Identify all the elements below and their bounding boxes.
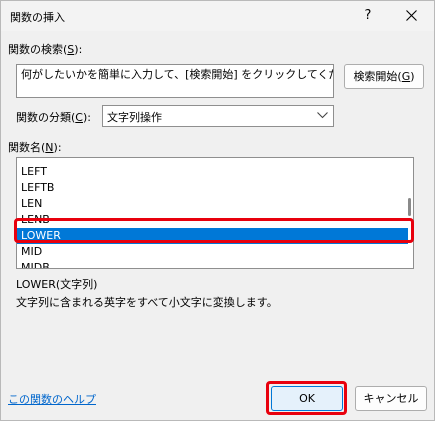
function-list-items: LEFT LEFTB LEN LENB LOWER MID MIDB xyxy=(17,164,408,268)
list-item[interactable]: MID xyxy=(17,244,408,260)
cancel-button[interactable]: キャンセル xyxy=(355,386,427,411)
lower-highlight-frame xyxy=(14,218,414,243)
ok-highlight-frame xyxy=(266,381,347,415)
list-item[interactable]: MIDB xyxy=(17,260,408,268)
category-selected-value: 文字列操作 xyxy=(107,111,162,124)
function-listbox[interactable]: LEFT LEFTB LEN LENB LOWER MID MIDB xyxy=(16,157,414,269)
function-signature: LOWER(文字列) xyxy=(16,278,98,291)
scrollbar-thumb[interactable] xyxy=(408,198,411,216)
list-item[interactable]: LEN xyxy=(17,196,408,212)
close-button[interactable] xyxy=(400,6,424,26)
search-input-text: 何がしたいかを簡単に入力して、[検索開始] をクリックしてください。 xyxy=(21,68,333,81)
dialog-title: 関数の挿入 xyxy=(10,11,65,24)
list-item[interactable]: LEFT xyxy=(17,164,408,180)
function-name-label: 関数名(N): xyxy=(8,141,62,154)
close-icon xyxy=(406,10,417,21)
category-select[interactable]: 文字列操作 xyxy=(102,105,334,127)
search-label: 関数の検索(S): xyxy=(8,43,83,56)
title-bar[interactable]: 関数の挿入 ? xyxy=(1,1,434,31)
function-help-link[interactable]: この関数のヘルプ xyxy=(8,391,96,407)
function-description: 文字列に含まれる英字をすべて小文字に変換します。 xyxy=(16,296,278,309)
insert-function-dialog: 関数の挿入 ? 関数の検索(S): 何がしたいかを簡単に入力して、[検索開始] … xyxy=(0,0,435,421)
search-go-button[interactable]: 検索開始(G) xyxy=(344,64,424,89)
category-label: 関数の分類(C): xyxy=(16,111,91,124)
chevron-down-icon xyxy=(317,112,328,119)
help-button[interactable]: ? xyxy=(358,6,378,26)
list-scrollbar[interactable] xyxy=(407,158,413,268)
search-input[interactable]: 何がしたいかを簡単に入力して、[検索開始] をクリックしてください。 xyxy=(16,64,334,98)
list-item[interactable]: LEFTB xyxy=(17,180,408,196)
